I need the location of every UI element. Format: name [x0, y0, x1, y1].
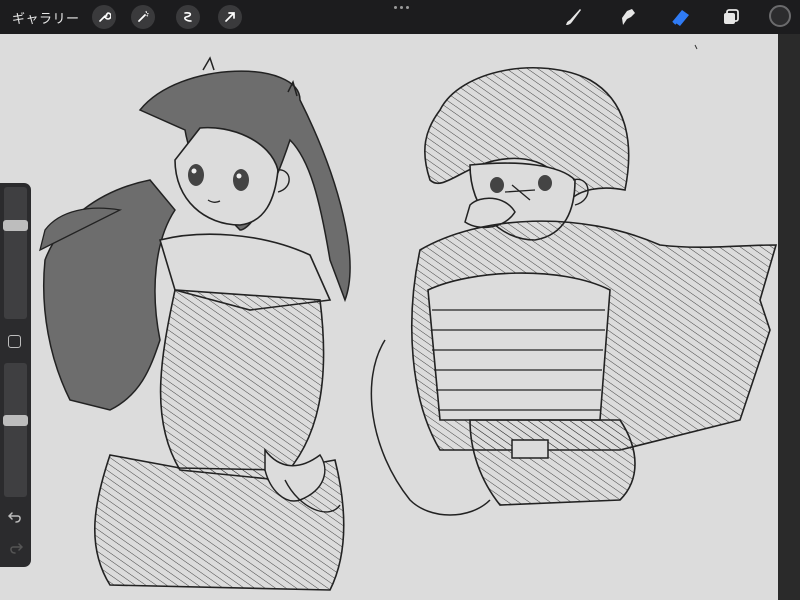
- more-options-icon[interactable]: [390, 2, 412, 12]
- color-picker-button[interactable]: [769, 5, 791, 27]
- line-art-sketch: [39, 44, 778, 591]
- layers-icon[interactable]: [718, 4, 744, 30]
- opacity-slider[interactable]: [3, 363, 28, 497]
- gallery-button[interactable]: ギャラリー: [12, 8, 80, 27]
- left-sidebar: [0, 183, 31, 567]
- modify-button[interactable]: [8, 335, 21, 348]
- brush-size-thumb[interactable]: [3, 220, 28, 231]
- canvas-edge: [778, 34, 800, 600]
- eraser-icon[interactable]: [668, 4, 694, 30]
- selection-icon[interactable]: [176, 5, 200, 29]
- wrench-icon[interactable]: [92, 5, 116, 29]
- redo-icon[interactable]: [7, 539, 24, 556]
- left-character-sketch: [39, 56, 351, 591]
- smudge-icon[interactable]: [615, 4, 641, 30]
- undo-icon[interactable]: [7, 508, 24, 525]
- brush-size-slider[interactable]: [3, 187, 28, 319]
- magic-wand-icon[interactable]: [131, 5, 155, 29]
- drawing-canvas[interactable]: [0, 34, 778, 600]
- right-character-sketch: [370, 67, 778, 516]
- top-toolbar: ギャラリー: [0, 0, 800, 34]
- opacity-thumb[interactable]: [3, 415, 28, 426]
- brush-icon[interactable]: [560, 4, 586, 30]
- transform-arrow-icon[interactable]: [218, 5, 242, 29]
